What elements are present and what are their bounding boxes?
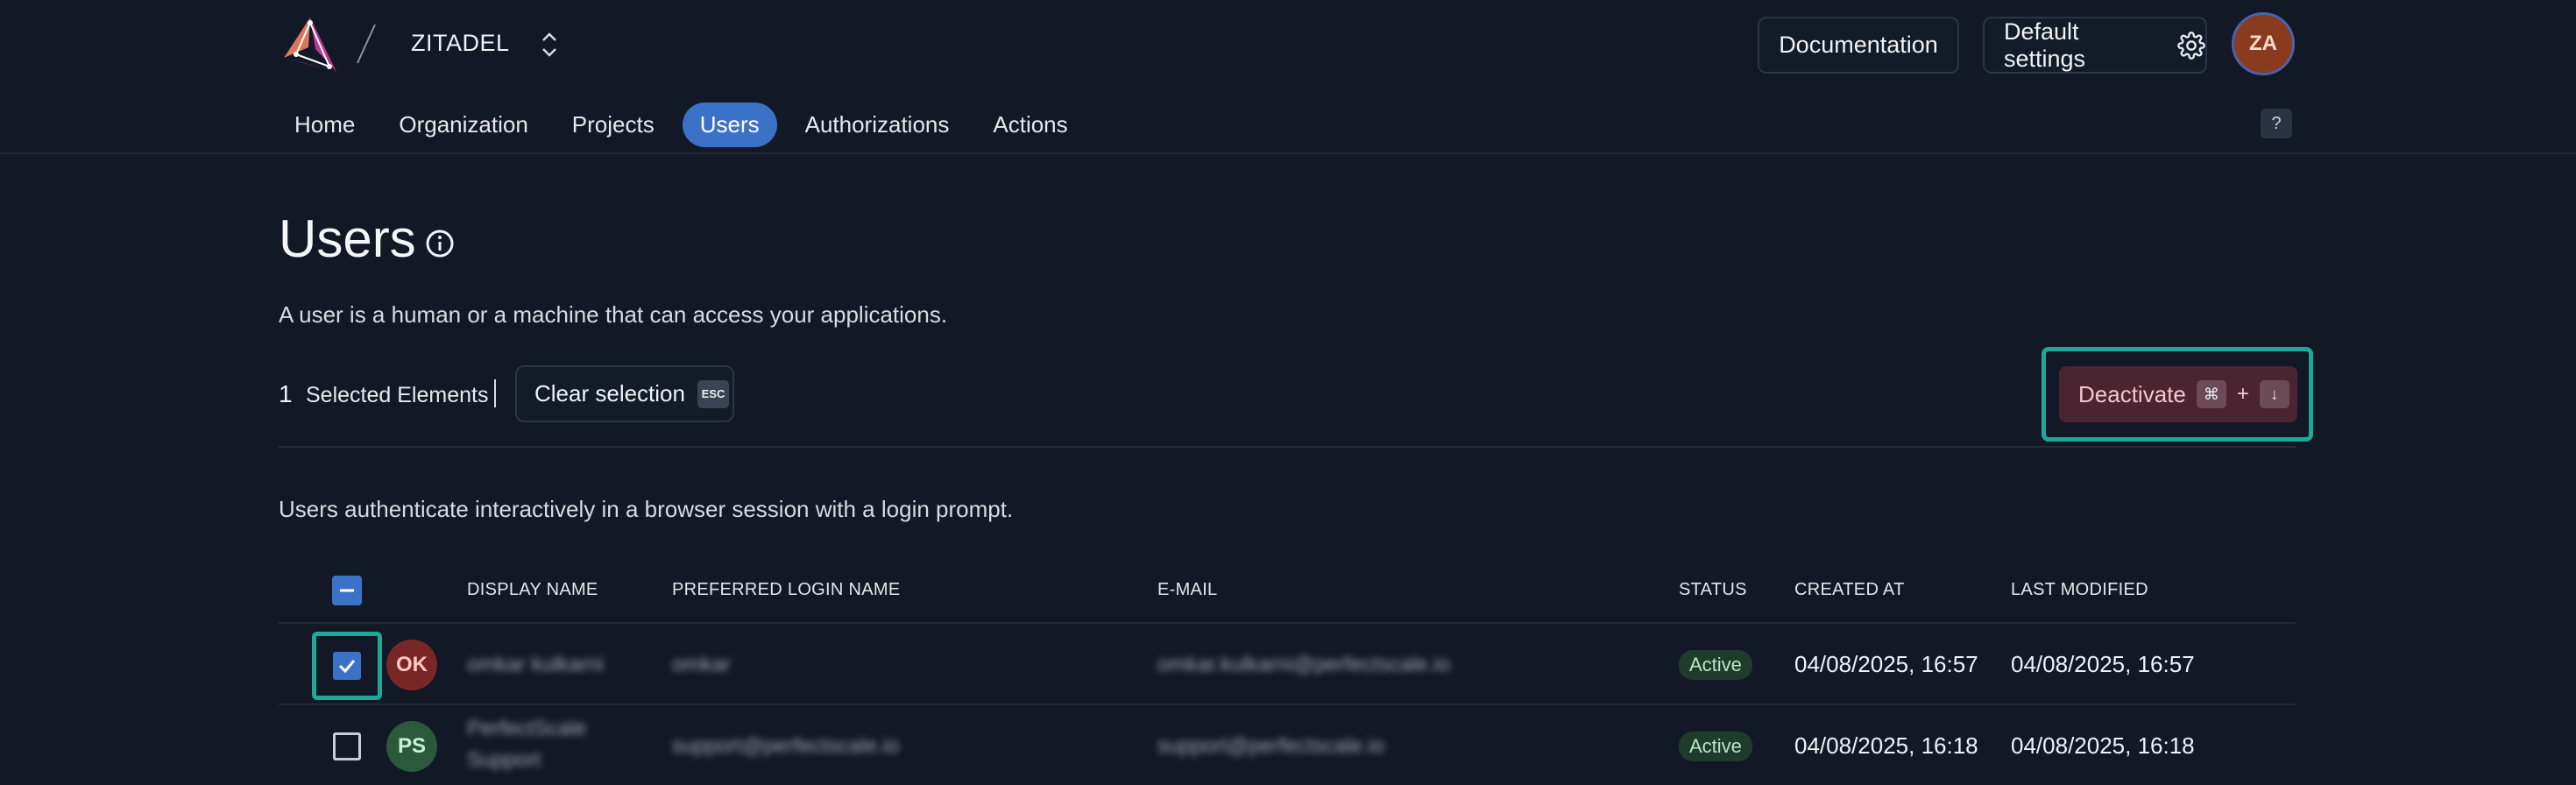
created-at-cell: 04/08/2025, 16:57 xyxy=(1794,651,1978,677)
email-cell: omkar.kulkarni@perfectscale.io xyxy=(1157,653,1450,676)
column-created-at[interactable]: CREATED AT xyxy=(1794,580,1905,600)
nav-projects[interactable]: Projects xyxy=(556,103,670,147)
help-button[interactable]: ? xyxy=(2261,109,2292,138)
clear-selection-button[interactable]: Clear selection ESC xyxy=(515,365,734,422)
nav-home[interactable]: Home xyxy=(279,103,371,147)
minus-icon xyxy=(340,589,354,592)
esc-key-hint: ESC xyxy=(697,379,729,408)
display-name-cell: PerfectScale xyxy=(467,717,587,740)
last-modified-cell: 04/08/2025, 16:18 xyxy=(2011,732,2195,759)
created-at-cell: 04/08/2025, 16:18 xyxy=(1794,732,1978,759)
display-name-cell-line2: Support xyxy=(467,748,541,772)
documentation-label: Documentation xyxy=(1779,32,1938,58)
selection-separator xyxy=(494,379,496,407)
login-name-cell: omkar xyxy=(672,653,731,676)
gear-icon xyxy=(2177,31,2205,60)
default-settings-label: Default settings xyxy=(2004,18,2086,72)
page-title: Users xyxy=(279,209,416,268)
nav-authorizations[interactable]: Authorizations xyxy=(789,103,966,147)
select-all-checkbox[interactable] xyxy=(332,576,362,605)
info-icon[interactable] xyxy=(424,228,456,259)
row-checkbox[interactable] xyxy=(333,732,361,760)
status-badge: Active xyxy=(1679,650,1752,680)
row-divider xyxy=(279,704,2296,705)
check-icon xyxy=(338,660,356,674)
deactivate-button[interactable]: Deactivate ⌘ + ↓ xyxy=(2059,366,2297,422)
last-modified-cell: 04/08/2025, 16:57 xyxy=(2011,651,2195,677)
section-divider xyxy=(279,446,2296,448)
column-display-name[interactable]: DISPLAY NAME xyxy=(467,580,598,600)
avatar: PS xyxy=(386,721,437,772)
nav-users[interactable]: Users xyxy=(682,103,777,147)
nav-actions[interactable]: Actions xyxy=(977,103,1083,147)
status-badge: Active xyxy=(1679,732,1752,761)
column-email[interactable]: E-MAIL xyxy=(1157,580,1217,600)
deactivate-label: Deactivate xyxy=(2078,380,2186,407)
cmd-key-hint: ⌘ xyxy=(2196,380,2226,408)
clear-selection-label: Clear selection xyxy=(534,380,685,407)
column-status[interactable]: STATUS xyxy=(1679,580,1747,600)
default-settings-button[interactable]: Default settings xyxy=(1983,17,2207,74)
user-avatar[interactable]: ZA xyxy=(2232,12,2295,75)
login-name-cell: support@perfectscale.io xyxy=(672,734,900,758)
org-name: ZITADEL xyxy=(411,30,510,56)
selected-count: 1 xyxy=(279,380,293,407)
row-checkbox[interactable] xyxy=(333,652,361,680)
email-cell: support@perfectscale.io xyxy=(1157,734,1385,758)
main-nav: Home Organization Projects Users Authori… xyxy=(279,103,1096,147)
chevron-updown-icon[interactable] xyxy=(538,30,561,60)
zitadel-logo-icon[interactable] xyxy=(279,14,342,75)
user-type-description: Users authenticate interactively in a br… xyxy=(279,496,1014,522)
documentation-button[interactable]: Documentation xyxy=(1758,17,1959,74)
arrow-down-key-hint: ↓ xyxy=(2259,380,2289,408)
avatar: OK xyxy=(386,640,437,690)
table-header-divider xyxy=(279,622,2296,624)
display-name-cell: omkar kulkarni xyxy=(467,653,605,676)
key-plus: + xyxy=(2236,382,2249,406)
column-last-modified[interactable]: LAST MODIFIED xyxy=(2011,580,2148,600)
header-divider xyxy=(0,152,2576,154)
breadcrumb-separator-icon xyxy=(357,24,376,64)
selected-label: Selected Elements xyxy=(306,383,489,407)
page-description: A user is a human or a machine that can … xyxy=(279,301,948,328)
column-login-name[interactable]: PREFERRED LOGIN NAME xyxy=(672,580,900,600)
nav-organization[interactable]: Organization xyxy=(383,103,543,147)
